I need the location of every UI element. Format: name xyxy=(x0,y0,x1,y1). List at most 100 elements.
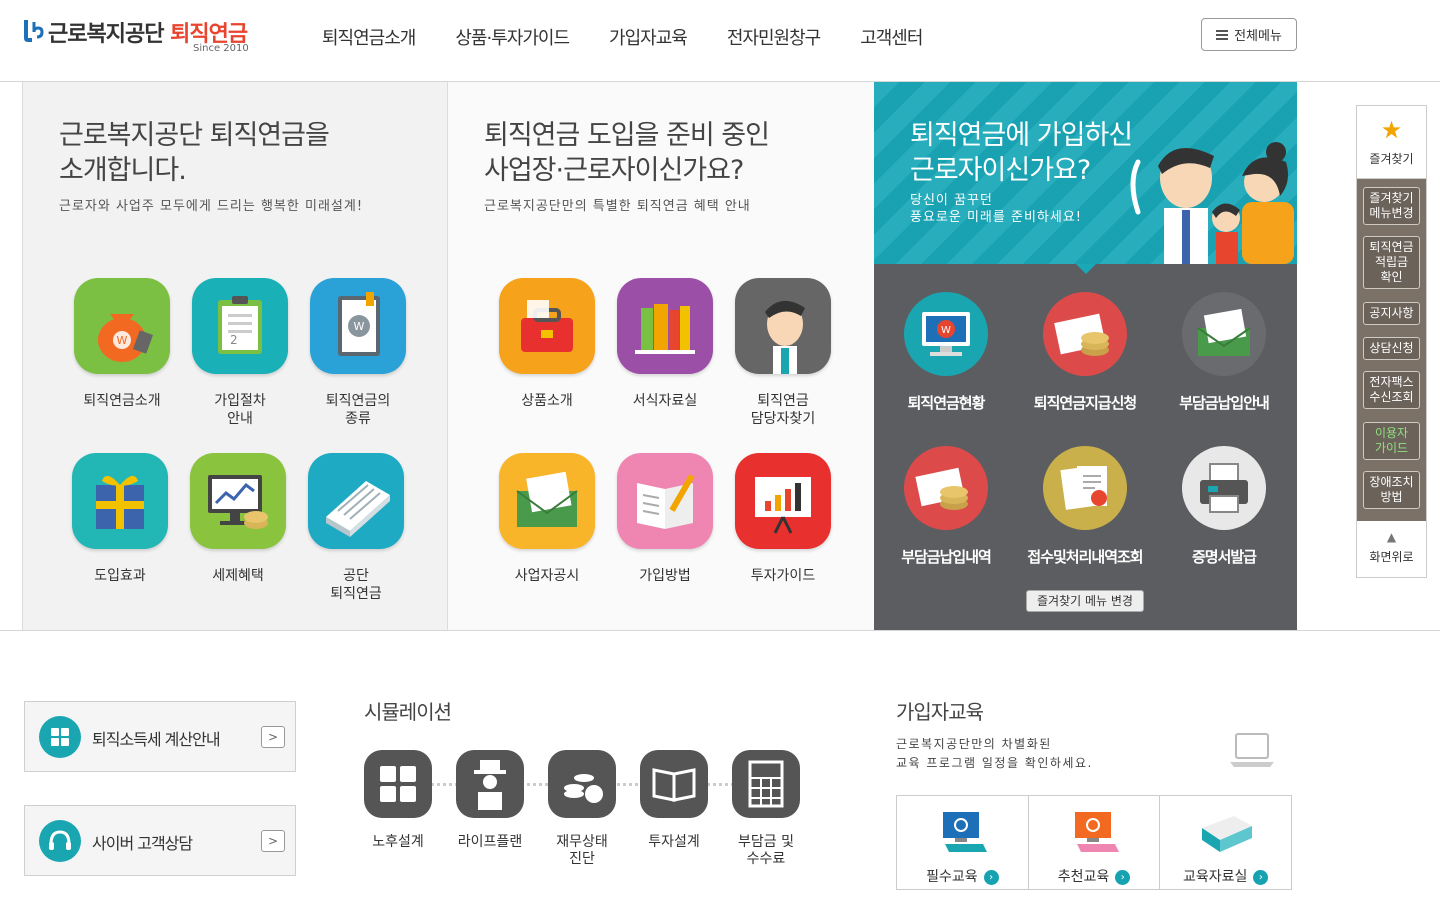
panel-subscriber: 퇴직연금에 가입하신 근로자이신가요? 당신이 꿈꾸던 풍요로운 미래를 준비하세… xyxy=(874,82,1297,630)
panel1-subtitle: 근로자와 사업주 모두에게 드리는 행복한 미래설계! xyxy=(59,199,364,214)
tax-calc-label: 퇴직소득세 계산안내 xyxy=(92,730,221,749)
menu-pension-types[interactable]: W 퇴직연금의 종류 xyxy=(299,278,417,428)
quick-fav-change[interactable]: 즐겨찾기 메뉴변경 xyxy=(1363,187,1420,225)
menu-label: 공단 퇴직연금 xyxy=(330,568,382,602)
hamburger-icon xyxy=(1216,29,1229,40)
quick-reserve-check[interactable]: 퇴직연금 적립금 확인 xyxy=(1363,236,1420,289)
nav-education[interactable]: 가입자교육 xyxy=(609,24,688,50)
edu-title: 가입자교육 xyxy=(896,700,984,724)
sim-financial-diagnosis[interactable]: 재무상태 진단 xyxy=(537,750,627,868)
menu-label: 퇴직연금 담당자찾기 xyxy=(750,393,816,427)
coin-card-icon xyxy=(1043,292,1127,376)
edu-label: 추천교육 xyxy=(1057,869,1110,885)
sim-life-plan[interactable]: 라이프플랜 xyxy=(445,750,535,851)
all-menu-label: 전체메뉴 xyxy=(1234,29,1282,44)
calculator-icon xyxy=(39,716,81,758)
monitor-play-icon xyxy=(943,812,987,852)
quick-efax[interactable]: 전자팩스 수신조회 xyxy=(1363,371,1420,409)
edu-menu: 필수교육 › 추천교육 › 교육자료실 › xyxy=(896,795,1292,890)
panel3-subtitle: 당신이 꿈꾸던 풍요로운 미래를 준비하세요! xyxy=(910,193,1082,225)
svg-text:W: W xyxy=(354,320,365,333)
menu-contribution-guide[interactable]: 부담금납입안내 xyxy=(1154,292,1294,413)
edu-materials[interactable]: 교육자료실 › xyxy=(1160,796,1291,889)
menu-tax-benefit[interactable]: 세제혜택 xyxy=(179,453,297,585)
menu-label: 접수및처리내역조회 xyxy=(1027,548,1143,566)
all-menu-button[interactable]: 전체메뉴 xyxy=(1201,18,1297,51)
site-logo[interactable]: 근로복지공단 퇴직연금 Since 2010 xyxy=(22,16,262,60)
nav-customer-center[interactable]: 고객센터 xyxy=(860,24,923,50)
menu-contribution-history[interactable]: 부담금납입내역 xyxy=(876,446,1016,567)
menu-find-manager[interactable]: 퇴직연금 담당자찾기 xyxy=(724,278,842,428)
menu-effects[interactable]: 도입효과 xyxy=(61,453,179,585)
sim-invest-plan[interactable]: 투자설계 xyxy=(629,750,719,851)
open-book-icon xyxy=(617,453,713,549)
laptop-icon xyxy=(1230,733,1274,767)
menu-label: 투자가이드 xyxy=(750,568,816,584)
printer-icon xyxy=(1182,446,1266,530)
menu-invest-guide[interactable]: 투자가이드 xyxy=(724,453,842,585)
menu-label: 가입절차 안내 xyxy=(214,393,266,427)
edu-recommended[interactable]: 추천교육 › xyxy=(1029,796,1161,889)
chevron-right-icon: › xyxy=(983,870,999,885)
menu-label: 퇴직연금의 종류 xyxy=(325,393,391,427)
fav-menu-change-button[interactable]: 즐겨찾기 메뉴 변경 xyxy=(1026,590,1144,612)
panel1-title: 근로복지공단 퇴직연금을 소개합니다. xyxy=(59,120,330,186)
menu-label: 부담금납입내역 xyxy=(901,548,992,566)
menu-label: 사업자공시 xyxy=(514,568,580,584)
scroll-top-label: 화면위로 xyxy=(1369,550,1414,564)
clipboard-icon: 2 xyxy=(192,278,288,374)
quick-favorite[interactable]: ★ 즐겨찾기 xyxy=(1357,106,1426,179)
quick-notice[interactable]: 공지사항 xyxy=(1363,302,1420,325)
toolbox-icon xyxy=(499,278,595,374)
menu-product-intro[interactable]: 상품소개 xyxy=(488,278,606,410)
menu-label: 퇴직연금현황 xyxy=(907,394,986,412)
main-visual: 근로복지공단 퇴직연금을 소개합니다. 근로자와 사업주 모두에게 드리는 행복한… xyxy=(0,82,1440,631)
certificate-icon xyxy=(1043,446,1127,530)
chevron-right-icon: › xyxy=(1115,870,1131,885)
menu-kcomwel-pension[interactable]: 공단 퇴직연금 xyxy=(297,453,415,603)
menu-pension-intro[interactable]: W 퇴직연금소개 xyxy=(63,278,181,410)
menu-certificate-issue[interactable]: 증명서발급 xyxy=(1154,446,1294,567)
scroll-top-button[interactable]: ▲ 화면위로 xyxy=(1357,521,1426,577)
menu-join-process[interactable]: 2 가입절차 안내 xyxy=(181,278,299,428)
envelope-icon xyxy=(499,453,595,549)
nav-product-guide[interactable]: 상품·투자가이드 xyxy=(455,24,570,50)
menu-label: 서식자료실 xyxy=(632,393,698,409)
menu-label: 가입방법 xyxy=(639,568,691,584)
quick-menu-list: 즐겨찾기 메뉴변경 퇴직연금 적립금 확인 공지사항 상담신청 전자팩스 수신조… xyxy=(1357,179,1426,521)
menu-label: 상품소개 xyxy=(521,393,573,409)
menu-join-method[interactable]: 가입방법 xyxy=(606,453,724,585)
menu-label: 도입효과 xyxy=(94,568,146,584)
edu-required[interactable]: 필수교육 › xyxy=(897,796,1029,889)
menu-pension-payment[interactable]: 퇴직연금지급신청 xyxy=(1015,292,1155,413)
sim-label: 재무상태 진단 xyxy=(556,834,608,867)
calculator-icon xyxy=(364,750,432,818)
sim-label: 노후설계 xyxy=(372,834,424,850)
family-illustration-icon xyxy=(1130,142,1294,264)
sim-fee[interactable]: 부담금 및 수수료 xyxy=(721,750,811,868)
sim-retirement-plan[interactable]: 노후설계 xyxy=(353,750,443,851)
svg-text:W: W xyxy=(941,325,951,336)
quick-troubleshoot[interactable]: 장애조치 방법 xyxy=(1363,471,1420,509)
menu-receipt-inquiry[interactable]: 접수및처리내역조회 xyxy=(1015,446,1155,567)
quick-consult[interactable]: 상담신청 xyxy=(1363,337,1420,360)
menu-label: 부담금납입안내 xyxy=(1179,394,1270,412)
cyber-consult-label: 사이버 고객상담 xyxy=(92,834,193,853)
panel2-subtitle: 근로복지공단만의 특별한 퇴직연금 혜택 안내 xyxy=(484,199,751,214)
cyber-consult-button[interactable]: 사이버 고객상담 > xyxy=(24,805,296,876)
letter-icon xyxy=(1182,292,1266,376)
panel-intro: 근로복지공단 퇴직연금을 소개합니다. 근로자와 사업주 모두에게 드리는 행복한… xyxy=(22,82,448,630)
edu-label: 교육자료실 xyxy=(1182,869,1248,885)
sim-label: 투자설계 xyxy=(648,834,700,850)
triangle-up-icon: ▲ xyxy=(1386,530,1397,544)
menu-forms[interactable]: 서식자료실 xyxy=(606,278,724,410)
menu-label: 퇴직연금소개 xyxy=(83,393,161,409)
tax-calc-button[interactable]: 퇴직소득세 계산안내 > xyxy=(24,701,296,772)
nav-intro[interactable]: 퇴직연금소개 xyxy=(322,24,416,50)
quick-user-guide[interactable]: 이용자 가이드 xyxy=(1363,422,1420,460)
site-header: 근로복지공단 퇴직연금 Since 2010 퇴직연금소개 상품·투자가이드 가… xyxy=(0,0,1440,82)
menu-business-notice[interactable]: 사업자공시 xyxy=(488,453,606,585)
menu-pension-status[interactable]: W 퇴직연금현황 xyxy=(876,292,1016,413)
nav-e-civil[interactable]: 전자민원창구 xyxy=(727,24,821,50)
chevron-right-icon: > xyxy=(261,830,285,852)
